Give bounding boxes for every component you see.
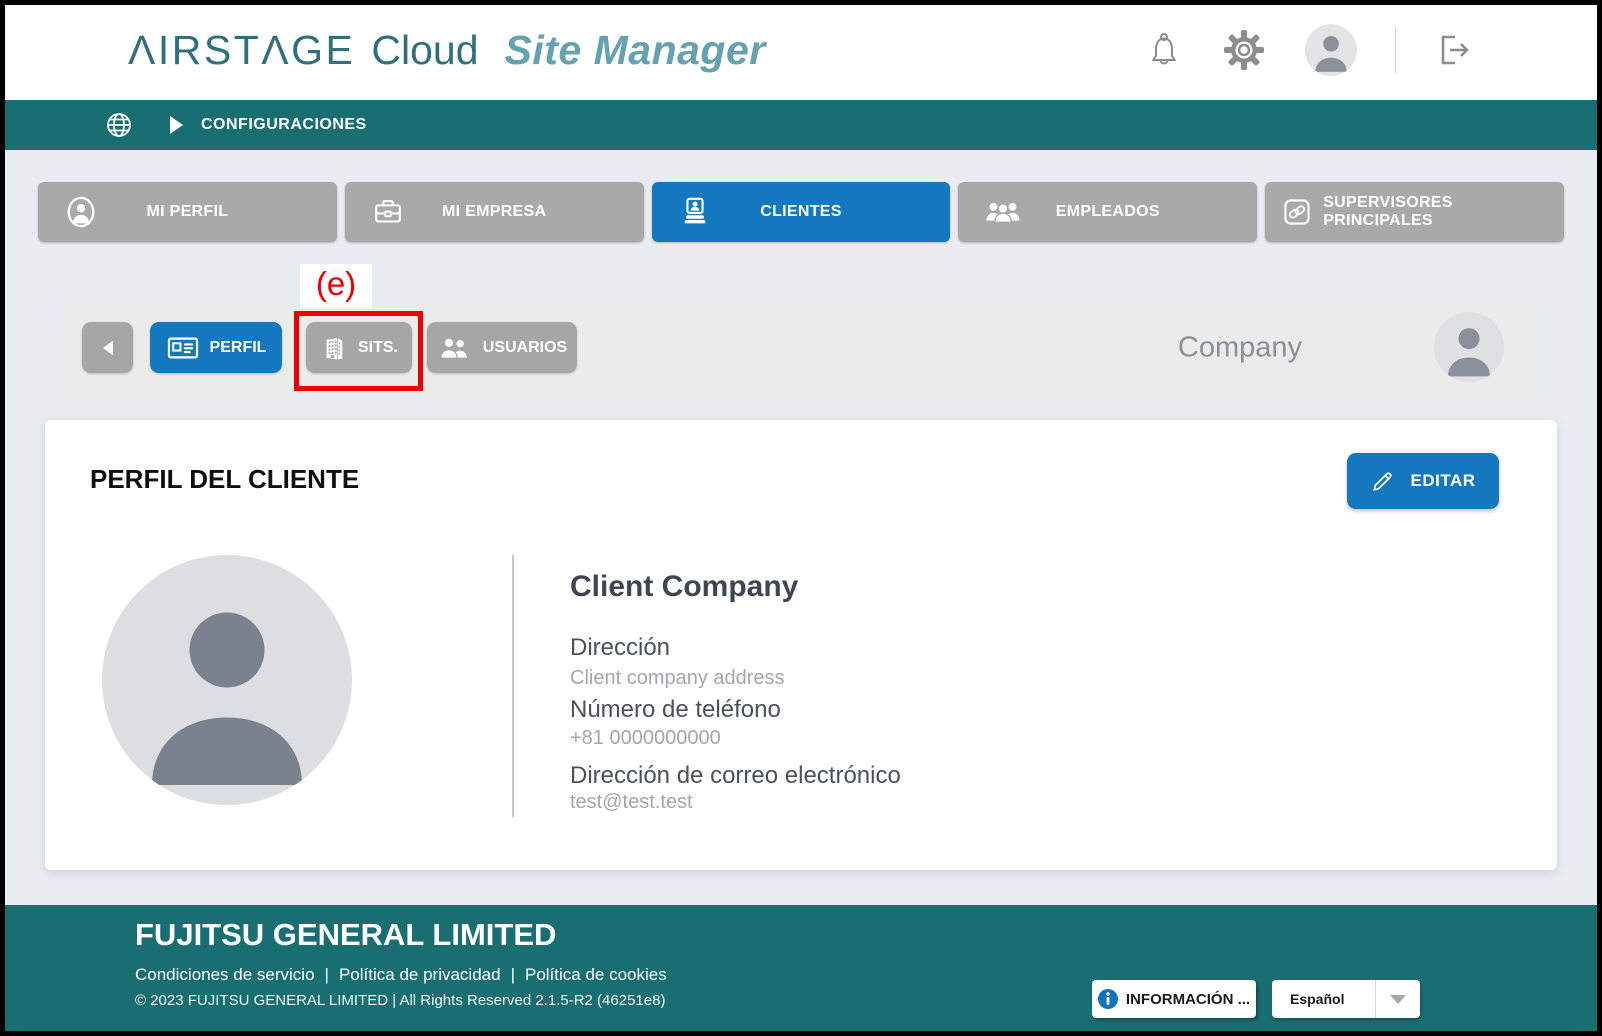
copyright-text: © 2023 FUJITSU GENERAL LIMITED | All Rig… (135, 992, 665, 1009)
tab-mi-empresa[interactable]: MI EMPRESA (345, 182, 644, 242)
perfil-button-label: PERFIL (210, 339, 267, 357)
tab-label: MI PERFIL (146, 203, 228, 221)
tab-label: EMPLEADOS (1056, 203, 1160, 221)
phone-value: +81 0000000000 (570, 727, 721, 750)
phone-label: Número de teléfono (570, 696, 781, 724)
usuarios-button-label: USUARIOS (483, 339, 567, 357)
link-separator: | (325, 965, 329, 984)
information-button-label: INFORMACIÓN ... (1126, 991, 1250, 1008)
address-value: Client company address (570, 667, 785, 690)
sits-button-label: SITS. (358, 339, 398, 357)
profile-divider (512, 555, 514, 817)
chevron-down-icon (1376, 995, 1420, 1004)
client-desk-icon (678, 195, 712, 229)
airstage-site-manager-window: ΛIRSTΛGE Cloud Site Manager (0, 0, 1602, 1036)
logo-airstage-text: ΛIRSTΛGE (128, 27, 355, 74)
information-button[interactable]: INFORMACIÓN ... (1092, 980, 1256, 1018)
sits-button[interactable]: SITS. (306, 322, 412, 373)
logo-site-manager-text: Site Manager (505, 27, 766, 74)
address-label: Dirección (570, 634, 670, 662)
app-header: ΛIRSTΛGE Cloud Site Manager (0, 0, 1602, 100)
back-arrow-icon (101, 339, 115, 357)
tab-label: SUPERVISORES PRINCIPALES (1323, 194, 1564, 230)
company-name-label: Company (1178, 331, 1302, 364)
footer: FUJITSU GENERAL LIMITED Condiciones de s… (0, 905, 1602, 1036)
company-avatar (1434, 312, 1504, 382)
link-card-icon (1281, 196, 1313, 228)
edit-button-label: EDITAR (1410, 471, 1475, 491)
cookie-policy-link[interactable]: Política de cookies (525, 965, 667, 984)
tab-supervisores-principales[interactable]: SUPERVISORES PRINCIPALES (1265, 182, 1564, 242)
email-label: Dirección de correo electrónico (570, 762, 901, 790)
briefcase-icon (371, 195, 405, 229)
gear-icon[interactable] (1221, 27, 1267, 73)
tab-mi-perfil[interactable]: MI PERFIL (38, 182, 337, 242)
link-separator: | (511, 965, 515, 984)
footer-links: Condiciones de servicio | Política de priv… (135, 965, 667, 985)
two-users-icon (437, 334, 473, 362)
edit-button[interactable]: EDITAR (1347, 453, 1499, 509)
tab-label: CLIENTES (760, 203, 842, 221)
header-divider (1395, 27, 1396, 73)
page-title: PERFIL DEL CLIENTE (90, 464, 359, 495)
bell-icon[interactable] (1145, 31, 1183, 69)
client-profile-card: PERFIL DEL CLIENTE EDITAR Client Company… (45, 420, 1557, 870)
person-circle-icon (64, 195, 98, 229)
logout-icon[interactable] (1434, 30, 1474, 70)
logo-cloud-text: Cloud (371, 27, 478, 74)
breadcrumb-bar: CONFIGURACIONES (0, 100, 1602, 150)
header-icon-group (1145, 0, 1474, 100)
people-group-icon (984, 196, 1022, 228)
main-tab-bar: MI PERFIL MI EMPRESA (38, 182, 1564, 242)
annotation-label: (e) (316, 264, 356, 304)
annotation-label-patch: (e) (300, 264, 372, 308)
info-icon (1098, 989, 1118, 1009)
back-button[interactable] (82, 322, 133, 373)
tab-label: MI EMPRESA (442, 203, 546, 221)
globe-icon[interactable] (104, 110, 134, 140)
client-toolbar: PERFIL SITS. (62, 298, 1540, 397)
client-avatar (102, 555, 352, 805)
pencil-icon (1370, 468, 1396, 494)
tab-empleados[interactable]: EMPLEADOS (958, 182, 1257, 242)
client-name: Client Company (570, 570, 798, 604)
tab-clientes[interactable]: CLIENTES (652, 182, 951, 242)
airstage-logo: ΛIRSTΛGE Cloud Site Manager (128, 0, 766, 100)
breadcrumb: CONFIGURACIONES (201, 116, 367, 134)
user-avatar[interactable] (1305, 24, 1357, 76)
id-card-icon (166, 334, 200, 362)
privacy-policy-link[interactable]: Política de privacidad (339, 965, 501, 984)
language-selected-value: Español (1272, 991, 1375, 1007)
usuarios-button[interactable]: USUARIOS (427, 322, 577, 373)
breadcrumb-arrow-icon (170, 116, 183, 134)
footer-company-name: FUJITSU GENERAL LIMITED (135, 917, 556, 953)
email-value: test@test.test (570, 791, 693, 814)
terms-of-service-link[interactable]: Condiciones de servicio (135, 965, 315, 984)
building-icon (320, 333, 348, 363)
language-selector[interactable]: Español (1272, 980, 1420, 1018)
perfil-button[interactable]: PERFIL (150, 322, 282, 373)
